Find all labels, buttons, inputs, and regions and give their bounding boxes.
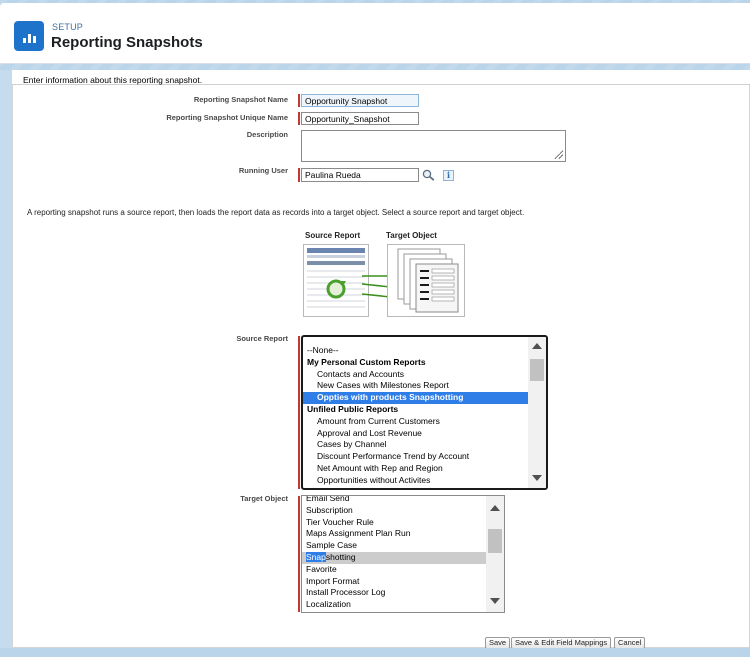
- optgroup-label: Unfiled Public Reports: [307, 403, 399, 414]
- records-stack-icon: [397, 248, 459, 313]
- scroll-up-icon[interactable]: [532, 343, 542, 349]
- select-option[interactable]: Net Amount with Rep and Region: [303, 463, 530, 475]
- select-option[interactable]: Opportunities without Activites: [303, 475, 530, 487]
- required-indicator: [298, 112, 300, 125]
- required-indicator: [298, 336, 300, 489]
- figure-target-label: Target Object: [386, 231, 437, 240]
- select-option[interactable]: Subscription: [302, 505, 487, 517]
- snapshot-name-input[interactable]: Opportunity Snapshot: [301, 94, 419, 107]
- select-option[interactable]: Import Format: [302, 576, 487, 588]
- unique-name-label: Reporting Snapshot Unique Name: [166, 113, 288, 122]
- required-indicator: [298, 94, 300, 107]
- footer-strip: [0, 648, 750, 657]
- scroll-down-icon[interactable]: [532, 475, 542, 481]
- scroll-thumb[interactable]: [488, 529, 502, 553]
- source-report-label: Source Report: [236, 334, 288, 343]
- option-text-rest: shotting: [325, 551, 356, 562]
- page-title: Reporting Snapshots: [51, 34, 203, 51]
- snapshot-name-label: Reporting Snapshot Name: [193, 95, 288, 104]
- select-option[interactable]: Contacts and Accounts: [303, 369, 530, 381]
- lookup-search-icon[interactable]: [422, 169, 435, 181]
- select-option[interactable]: --None--: [303, 345, 530, 357]
- select-option[interactable]: Install Processor Log: [302, 587, 487, 599]
- target-object-illustration: [387, 244, 465, 317]
- scroll-thumb[interactable]: [530, 359, 544, 381]
- running-user-input[interactable]: Paulina Rueda: [301, 168, 419, 182]
- section-instructions: Enter information about this reporting s…: [23, 75, 203, 85]
- required-indicator: [298, 496, 300, 612]
- running-user-label: Running User: [238, 166, 288, 175]
- target-object-select[interactable]: Email Send Subscription Tier Voucher Rule M…: [301, 495, 505, 613]
- info-icon[interactable]: i: [443, 170, 454, 181]
- page-header: SETUP Reporting Snapshots: [0, 3, 750, 64]
- description-value: [302, 131, 565, 135]
- unique-name-input[interactable]: Opportunity_Snapshot: [301, 112, 419, 125]
- select-option[interactable]: Tier Voucher Rule: [302, 517, 487, 529]
- source-report-scrollbar[interactable]: [528, 337, 546, 488]
- scroll-up-icon[interactable]: [490, 505, 500, 511]
- select-option[interactable]: Cases by Channel: [303, 439, 530, 451]
- select-option[interactable]: Localization: [302, 599, 487, 611]
- source-report-select[interactable]: --None-- My Personal Custom Reports Contac…: [301, 335, 548, 490]
- description-label: Description: [246, 130, 288, 139]
- report-table-icon: [307, 248, 365, 308]
- target-object-label: Target Object: [240, 494, 288, 503]
- target-object-scrollbar[interactable]: [486, 496, 504, 612]
- select-option[interactable]: Discount Performance Trend by Account: [303, 451, 530, 463]
- select-option[interactable]: Oppties with products Snapshotting: [303, 392, 530, 404]
- snapshot-explanation: A reporting snapshot runs a source repor…: [27, 208, 525, 217]
- required-indicator: [298, 168, 300, 182]
- select-option[interactable]: Snapshotting: [302, 551, 487, 564]
- scroll-down-icon[interactable]: [490, 598, 500, 604]
- select-option[interactable]: Favorite: [302, 564, 487, 576]
- optgroup-label: My Personal Custom Reports: [307, 356, 426, 367]
- select-option[interactable]: New Cases with Milestones Report: [303, 380, 530, 392]
- select-option[interactable]: Maps Assignment Plan Run: [302, 528, 487, 540]
- typed-match-highlight: Snap: [306, 551, 326, 562]
- select-option[interactable]: Amount from Current Customers: [303, 416, 530, 428]
- select-option[interactable]: Email Send: [302, 496, 487, 505]
- figure-source-label: Source Report: [305, 231, 361, 240]
- select-option[interactable]: Sample Case: [302, 540, 487, 552]
- reports-chart-icon: [14, 21, 44, 51]
- description-textarea[interactable]: [301, 130, 566, 162]
- resize-grip-icon[interactable]: [553, 149, 563, 159]
- select-option[interactable]: Approval and Lost Revenue: [303, 428, 530, 440]
- breadcrumb[interactable]: SETUP: [52, 22, 83, 32]
